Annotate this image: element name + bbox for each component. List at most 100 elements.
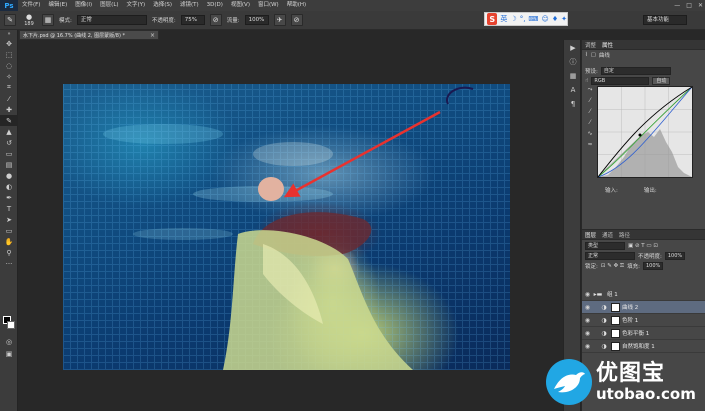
gray-point-dropper-icon[interactable]: ⁄ xyxy=(585,108,595,119)
menu-type[interactable]: 文字(Y) xyxy=(123,0,150,11)
draw-curve-icon[interactable]: ∿ xyxy=(585,130,595,141)
document-tab[interactable]: 水下片.psd @ 16.7% (曲线 2, 图层蒙版/8) * × xyxy=(19,30,159,40)
dodge-tool-icon[interactable]: ◐ xyxy=(0,181,18,192)
layer-levels-1[interactable]: ◉ ◑ 色阶 1 xyxy=(582,314,705,327)
menu-help[interactable]: 帮助(H) xyxy=(283,0,310,11)
pressure-opacity-icon[interactable]: ⊘ xyxy=(209,14,222,26)
layer-kind-select[interactable]: 类型 xyxy=(585,242,625,250)
tab-paths[interactable]: 路径 xyxy=(619,231,630,239)
tab-channels[interactable]: 通道 xyxy=(602,231,613,239)
visibility-eye-icon[interactable]: ◉ xyxy=(582,291,593,298)
menu-3d[interactable]: 3D(D) xyxy=(203,0,227,11)
history-brush-tool-icon[interactable]: ↺ xyxy=(0,137,18,148)
layer-mask-thumbnail[interactable] xyxy=(611,315,620,325)
blur-tool-icon[interactable]: ● xyxy=(0,170,18,181)
workspace-select[interactable]: 基本功能 xyxy=(643,15,687,25)
ime-toolbar[interactable]: S 英 ☽ °, ⌨ ☺ ♦ ✦ xyxy=(484,12,568,26)
shape-tool-icon[interactable]: ▭ xyxy=(0,225,18,236)
lasso-tool-icon[interactable]: ◌ xyxy=(0,60,18,71)
crop-tool-icon[interactable]: ⌗ xyxy=(0,82,18,93)
black-point-dropper-icon[interactable]: ⁄ xyxy=(585,97,595,108)
minimize-button[interactable]: — xyxy=(674,2,680,9)
visibility-eye-icon[interactable]: ◉ xyxy=(582,330,593,337)
history-icon[interactable]: A xyxy=(565,84,581,96)
layer-group-1[interactable]: ◉ ▸▬ 组 1 xyxy=(582,288,705,301)
menu-filter[interactable]: 滤镜(T) xyxy=(176,0,203,11)
screen-mode-icon[interactable]: ▣ xyxy=(0,348,18,359)
maximize-button[interactable]: □ xyxy=(686,2,692,9)
eraser-tool-icon[interactable]: ▭ xyxy=(0,148,18,159)
hand-adjust-icon[interactable]: ☝ xyxy=(585,78,588,84)
pen-tool-icon[interactable]: ✒ xyxy=(0,192,18,203)
brush-preset-icon[interactable]: ✎ xyxy=(4,14,16,26)
brush-tool-icon[interactable]: ✎ xyxy=(0,115,18,126)
document-canvas[interactable] xyxy=(63,84,510,370)
user-icon[interactable]: ☺ xyxy=(542,15,549,23)
character-icon[interactable]: ¶ xyxy=(565,98,581,110)
mode-select[interactable]: 正常 xyxy=(76,15,147,25)
blend-mode-select[interactable]: 正常 xyxy=(585,252,635,260)
flow-input[interactable]: 100% xyxy=(244,15,269,25)
fill-input[interactable]: 100% xyxy=(642,262,663,270)
ime-language[interactable]: 英 xyxy=(500,14,507,24)
channel-select[interactable]: RGB xyxy=(591,77,650,85)
visibility-eye-icon[interactable]: ◉ xyxy=(582,304,593,311)
menu-window[interactable]: 窗口(W) xyxy=(254,0,283,11)
visibility-eye-icon[interactable]: ◉ xyxy=(582,317,593,324)
lock-icons[interactable]: ⊡ ✎ ✥ ⚿ xyxy=(601,263,624,270)
moon-icon[interactable]: ☽ xyxy=(510,15,516,23)
gradient-tool-icon[interactable]: ▤ xyxy=(0,159,18,170)
layer-color-balance-1[interactable]: ◉ ◑ 色彩平衡 1 xyxy=(582,327,705,340)
extra-tools-icon[interactable]: ··· xyxy=(0,258,18,269)
panel-collapse-icon[interactable]: » xyxy=(0,30,18,38)
layer-mask-thumbnail[interactable] xyxy=(611,341,620,351)
path-select-tool-icon[interactable]: ➤ xyxy=(0,214,18,225)
brush-presets-icon[interactable]: ▦ xyxy=(565,70,581,82)
quick-select-tool-icon[interactable]: ✧ xyxy=(0,71,18,82)
pressure-size-icon[interactable]: ⊘ xyxy=(290,14,303,26)
zoom-tool-icon[interactable]: ⚲ xyxy=(0,247,18,258)
menu-layer[interactable]: 图层(L) xyxy=(96,0,122,11)
point-curve-icon[interactable]: ⤳ xyxy=(585,86,595,97)
tab-adjustments[interactable]: 调整 xyxy=(585,41,596,49)
layer-mask-thumbnail[interactable] xyxy=(611,302,620,312)
layer-mask-thumbnail[interactable] xyxy=(611,328,620,338)
auto-button[interactable]: 自动 xyxy=(652,77,671,85)
tab-layers[interactable]: 图层 xyxy=(585,231,596,239)
layer-curves-2[interactable]: ◉ ◑ 曲线 2 xyxy=(582,301,705,314)
skin-icon[interactable]: ♦ xyxy=(552,15,558,23)
curves-graph[interactable] xyxy=(597,86,693,178)
background-color-swatch[interactable] xyxy=(7,321,15,329)
white-point-dropper-icon[interactable]: ⁄ xyxy=(585,119,595,130)
smooth-curve-icon[interactable]: ≈ xyxy=(585,141,595,152)
close-window-button[interactable]: ✕ xyxy=(698,2,703,9)
tab-properties[interactable]: 属性 xyxy=(602,41,613,49)
opacity-input[interactable]: 75% xyxy=(180,15,205,25)
menu-view[interactable]: 视图(V) xyxy=(227,0,254,11)
menu-select[interactable]: 选择(S) xyxy=(149,0,176,11)
tools-icon[interactable]: ✦ xyxy=(561,15,567,23)
type-tool-icon[interactable]: T xyxy=(0,203,18,214)
curve-point[interactable] xyxy=(638,133,642,137)
hand-tool-icon[interactable]: ✋ xyxy=(0,236,18,247)
info-icon[interactable]: ⓘ xyxy=(565,56,581,68)
menu-image[interactable]: 图像(I) xyxy=(71,0,96,11)
airbrush-icon[interactable]: ✈ xyxy=(273,14,286,26)
move-tool-icon[interactable]: ✥ xyxy=(0,38,18,49)
brush-panel-icon[interactable]: ▦ xyxy=(42,14,54,26)
play-icon[interactable]: ▶ xyxy=(565,42,581,54)
layer-opacity-input[interactable]: 100% xyxy=(664,252,685,260)
brush-size-picker[interactable]: ● 189 xyxy=(21,13,37,27)
close-document-icon[interactable]: × xyxy=(150,32,155,39)
preset-select[interactable]: 自定 xyxy=(600,67,671,75)
stamp-tool-icon[interactable]: ▲ xyxy=(0,126,18,137)
eyedropper-tool-icon[interactable]: ⁄ xyxy=(0,93,18,104)
quick-mask-icon[interactable]: ◎ xyxy=(0,336,18,347)
healing-tool-icon[interactable]: ✚ xyxy=(0,104,18,115)
menu-edit[interactable]: 编辑(E) xyxy=(44,0,71,11)
keyboard-icon[interactable]: ⌨ xyxy=(528,15,538,23)
marquee-tool-icon[interactable]: ⬚ xyxy=(0,49,18,60)
menu-file[interactable]: 文件(F) xyxy=(18,0,44,11)
filter-icons[interactable]: ▣ ⊘ T ▭ ⊡ xyxy=(628,243,658,249)
punctuation-icon[interactable]: °, xyxy=(520,15,526,23)
